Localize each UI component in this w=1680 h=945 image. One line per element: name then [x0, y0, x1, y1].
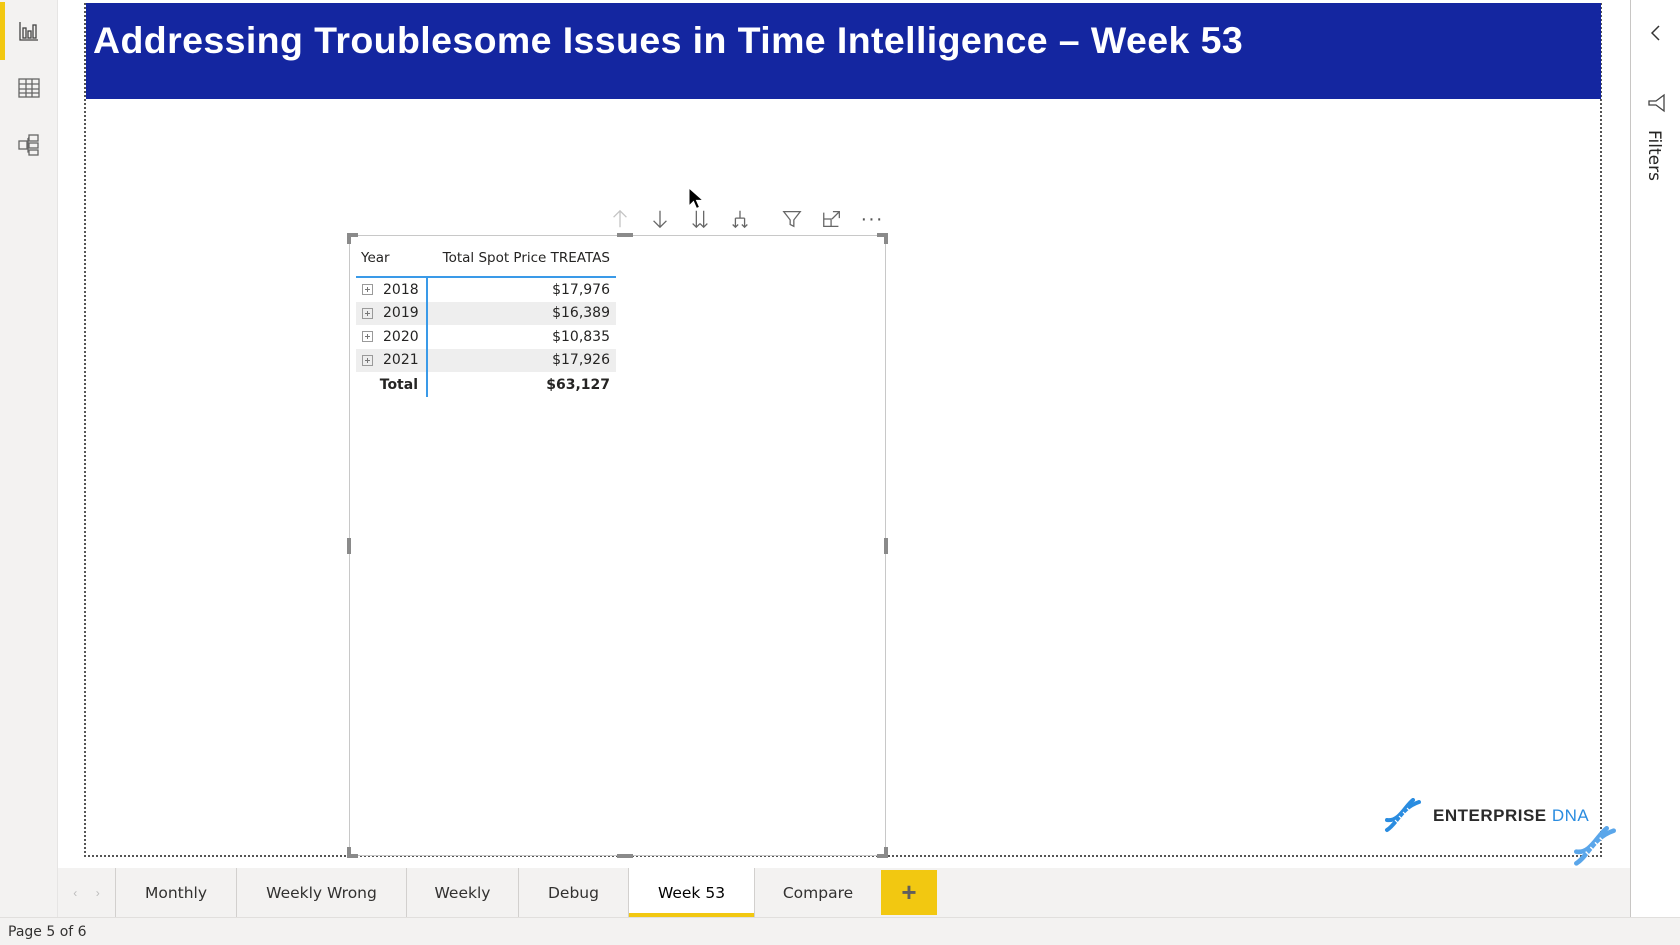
enterprise-dna-logo: ENTERPRISE DNA: [1383, 798, 1589, 834]
expand-next-level-button[interactable]: [720, 205, 760, 233]
expand-plus-icon[interactable]: [362, 354, 373, 366]
model-view-button[interactable]: [0, 116, 58, 174]
model-relationships-icon: [18, 134, 39, 156]
drill-up-icon: [613, 209, 627, 228]
tab-week-53[interactable]: Week 53: [628, 868, 754, 917]
filters-pane-label[interactable]: Filters: [1644, 130, 1664, 181]
more-options-button[interactable]: ···: [852, 205, 892, 233]
row-year: 2021: [383, 352, 419, 369]
matrix-visual[interactable]: Year Total Spot Price TREATAS 2018 $17,9…: [347, 233, 888, 858]
visual-filter-button[interactable]: [772, 205, 812, 233]
expand-plus-icon[interactable]: [362, 284, 373, 296]
add-page-button[interactable]: +: [881, 870, 937, 915]
resize-handle-bottom[interactable]: [617, 854, 633, 858]
row-year: 2020: [383, 328, 419, 345]
row-value: $17,926: [552, 352, 610, 369]
drill-up-button[interactable]: [600, 205, 640, 233]
row-value: $10,835: [552, 328, 610, 345]
row-value: $16,389: [552, 305, 610, 322]
tab-weekly[interactable]: Weekly: [406, 868, 518, 917]
column-header-total-spot-price[interactable]: Total Spot Price TREATAS: [428, 250, 616, 266]
matrix-header-row: Year Total Spot Price TREATAS: [356, 240, 616, 278]
more-options-icon: ···: [860, 208, 884, 230]
tab-compare[interactable]: Compare: [754, 868, 881, 917]
row-value: $17,976: [552, 281, 610, 298]
resize-handle-bottom-left-v[interactable]: [347, 847, 351, 858]
table-row: 2018 $17,976: [356, 278, 616, 302]
resize-handle-top[interactable]: [617, 233, 633, 237]
go-to-next-level-icon: [692, 210, 708, 229]
expand-plus-icon[interactable]: [362, 331, 373, 343]
expand-plus-icon[interactable]: [362, 307, 373, 319]
logo-brand: ENTERPRISE: [1433, 806, 1547, 825]
resize-handle-top-left-v[interactable]: [347, 233, 351, 244]
expand-next-level-icon: [732, 210, 748, 229]
visual-header: ···: [600, 205, 892, 233]
resize-handle-top-right-v[interactable]: [884, 233, 888, 244]
chevron-left-icon[interactable]: [1645, 22, 1667, 44]
table-row: 2019 $16,389: [356, 301, 616, 325]
drill-down-button[interactable]: [640, 205, 680, 233]
focus-mode-button[interactable]: [812, 205, 852, 233]
resize-handle-left[interactable]: [347, 538, 351, 554]
total-row: Total $63,127: [356, 372, 616, 397]
bar-chart-icon: [19, 22, 38, 41]
table-row: 2020 $10,835: [356, 325, 616, 349]
data-view-button[interactable]: [0, 59, 58, 117]
column-header-year[interactable]: Year: [356, 250, 428, 266]
dna-helix-icon: [1385, 798, 1421, 832]
resize-handle-right[interactable]: [884, 538, 888, 554]
table-row: 2021 $17,926: [356, 348, 616, 372]
table-grid-icon: [18, 78, 40, 98]
resize-handle-bottom-right-v[interactable]: [884, 847, 888, 858]
tab-scroll-right-icon[interactable]: ›: [96, 886, 100, 900]
status-bar: Page 5 of 6: [0, 917, 1680, 945]
report-view-button[interactable]: [0, 2, 58, 60]
filter-icon: [782, 211, 802, 228]
title-banner[interactable]: Addressing Troublesome Issues in Time In…: [86, 3, 1601, 99]
total-value: $63,127: [546, 376, 610, 393]
mouse-cursor-icon: [688, 187, 704, 210]
dna-helix-icon: [1574, 826, 1616, 866]
row-year: 2019: [383, 305, 419, 322]
tab-monthly[interactable]: Monthly: [115, 868, 236, 917]
page-tabs-bar: ‹ › Monthly Weekly Wrong Weekly Debug We…: [58, 868, 1630, 917]
filter-icon: [1648, 93, 1665, 113]
row-year: 2018: [383, 281, 419, 298]
tab-navigation: ‹ ›: [58, 868, 115, 917]
report-title: Addressing Troublesome Issues in Time In…: [93, 19, 1244, 61]
power-bi-desktop: Addressing Troublesome Issues in Time In…: [0, 0, 1680, 945]
focus-mode-icon: [823, 211, 840, 227]
total-label: Total: [356, 372, 428, 397]
logo-brand-accent: DNA: [1551, 806, 1590, 825]
matrix-table: Year Total Spot Price TREATAS 2018 $17,9…: [356, 240, 616, 397]
page-indicator: Page 5 of 6: [8, 924, 87, 940]
tab-weekly-wrong[interactable]: Weekly Wrong: [236, 868, 406, 917]
tab-debug[interactable]: Debug: [518, 868, 628, 917]
tab-scroll-left-icon[interactable]: ‹: [73, 886, 77, 900]
view-sidebar: [0, 0, 58, 917]
drill-down-icon: [653, 210, 667, 229]
filters-pane: Filters: [1630, 0, 1680, 917]
plus-icon: +: [901, 877, 917, 907]
